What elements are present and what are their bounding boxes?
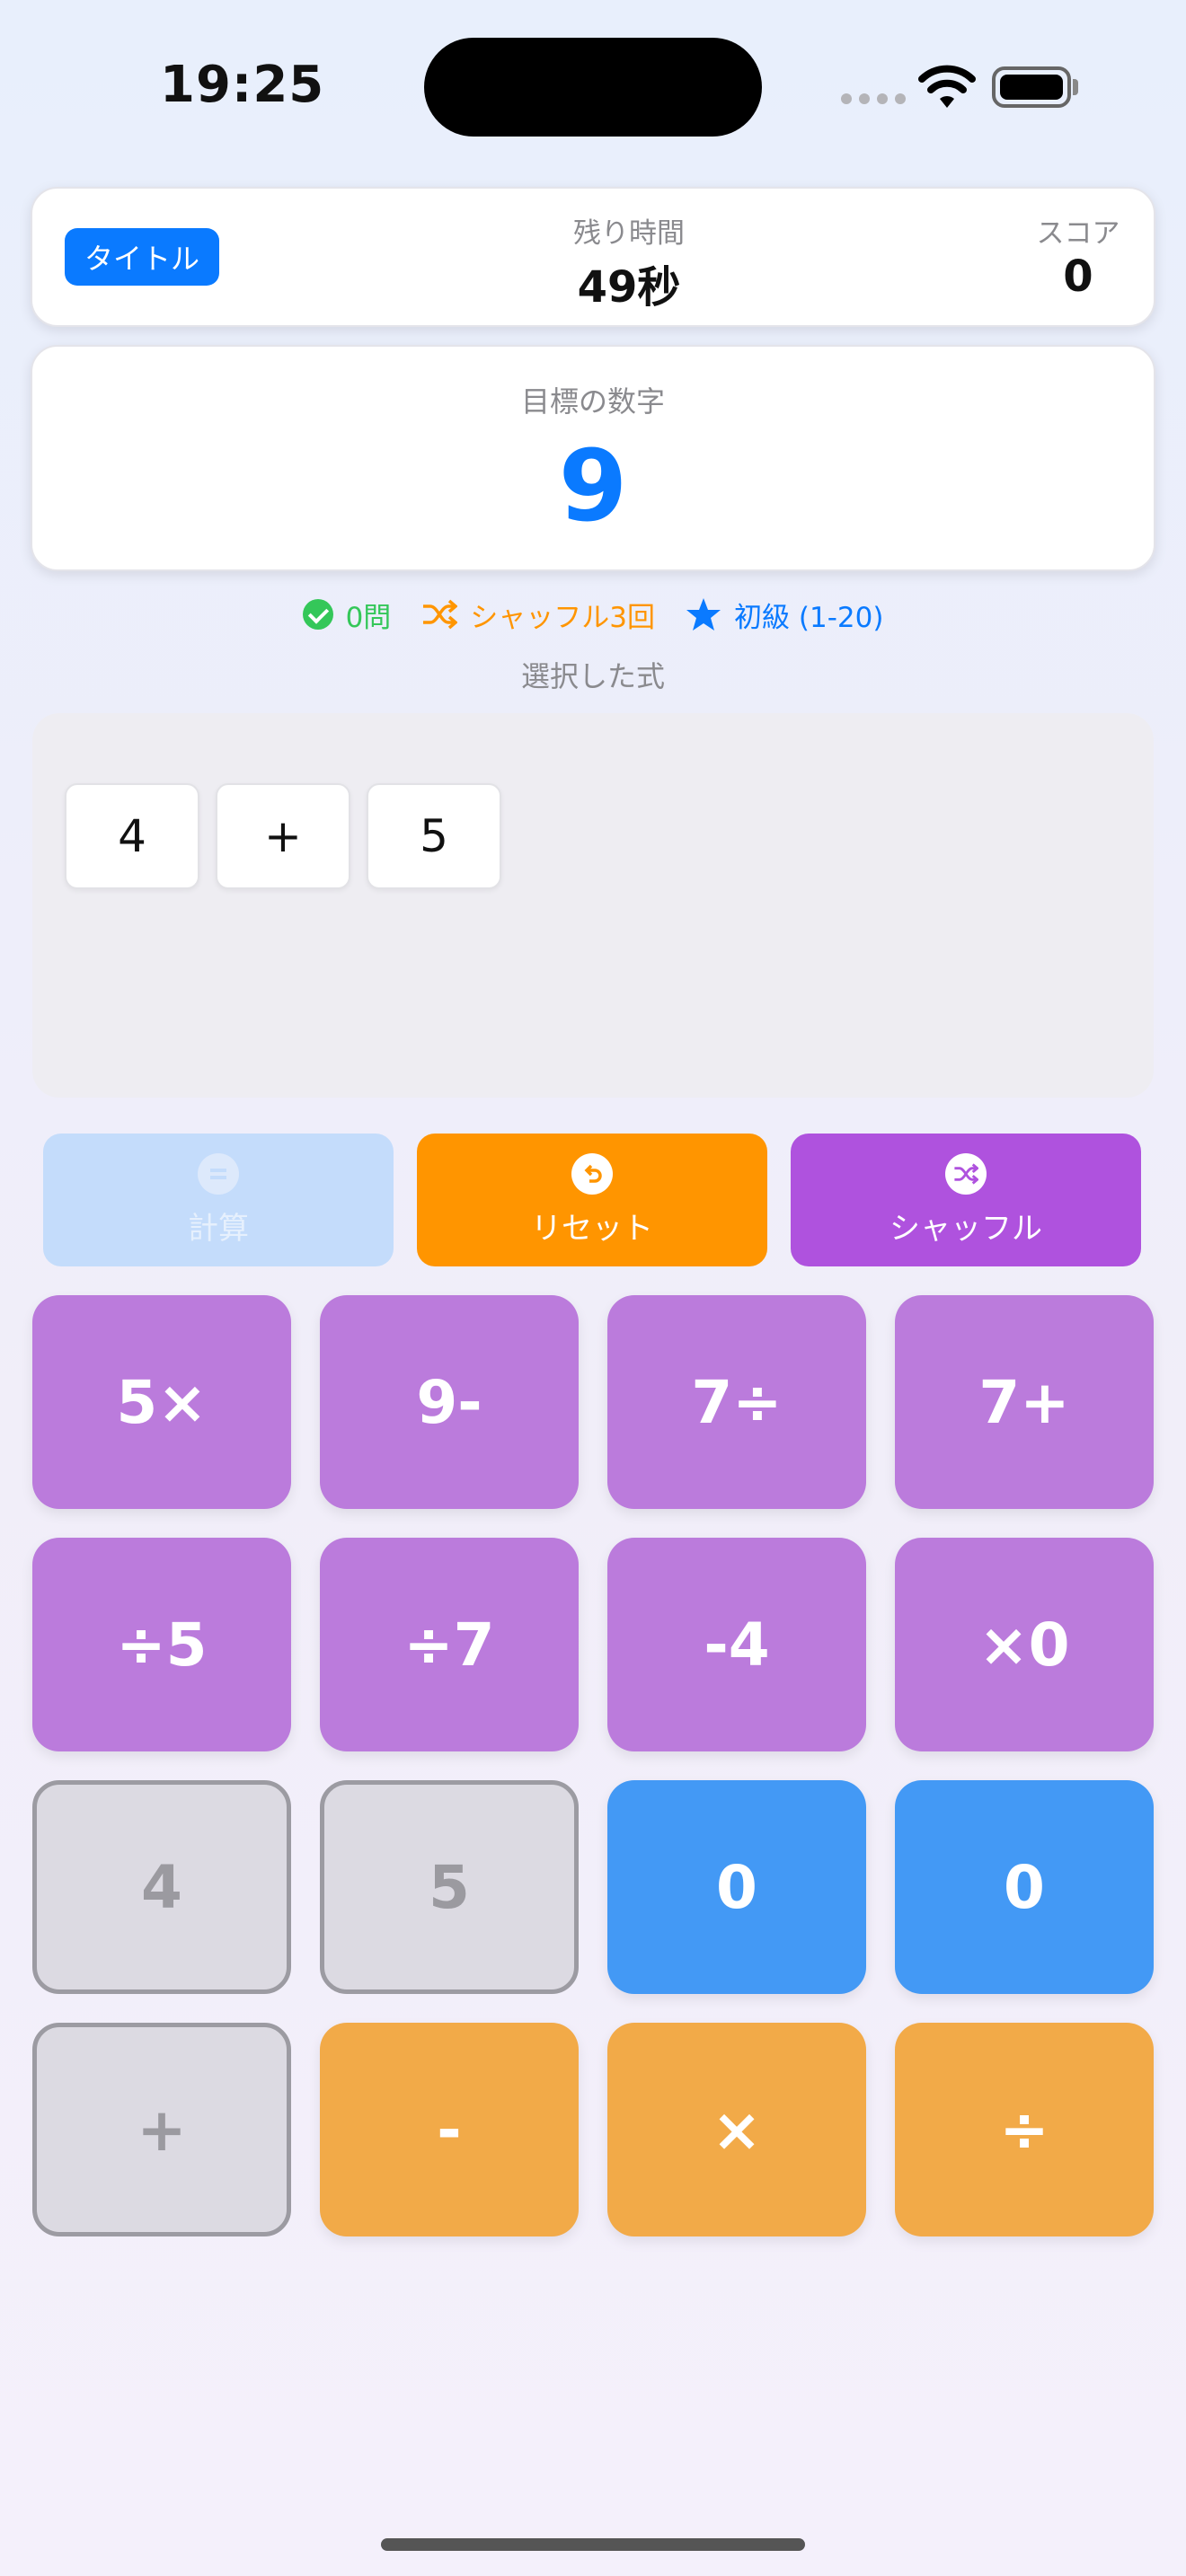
time-remaining-label: 残り時間 [573, 217, 685, 250]
expression-tokens: 4 + 5 [65, 783, 501, 889]
cellular-signal-icon [841, 93, 906, 104]
key-number[interactable]: 0 [895, 1780, 1154, 1994]
key-operation-card[interactable]: ×0 [895, 1538, 1154, 1751]
battery-tip [1073, 79, 1078, 95]
calculate-button[interactable]: 計算 [43, 1134, 394, 1266]
expression-token[interactable]: 4 [65, 783, 199, 889]
key-operation-card[interactable]: 7÷ [607, 1295, 866, 1509]
dynamic-island [424, 38, 762, 137]
checkmark-circle-icon [302, 599, 333, 630]
shuffle-count: シャッフル3回 [470, 601, 656, 634]
key-number-used[interactable]: 4 [32, 1780, 291, 1994]
level-stat: 初級 (1-20) [686, 595, 883, 635]
selected-expression-label: 選択した式 [520, 659, 665, 693]
stats-row: 0問 シャッフル3回 初級 (1-20) [0, 589, 1186, 640]
shuffle-count-stat: シャッフル3回 [421, 595, 655, 635]
level-label: 初級 (1-20) [734, 601, 884, 634]
score-value: 0 [1063, 251, 1093, 302]
equals-circle-icon [198, 1152, 239, 1195]
key-operator[interactable]: - [320, 2023, 579, 2236]
key-operation-card[interactable]: 7+ [895, 1295, 1154, 1509]
battery-icon [992, 66, 1071, 108]
expression-area [32, 713, 1154, 1098]
calculate-label: 計算 [188, 1210, 249, 1247]
target-label: 目標の数字 [520, 384, 665, 419]
target-number: 9 [558, 428, 628, 543]
home-indicator[interactable] [381, 2538, 805, 2551]
key-operator[interactable]: ÷ [895, 2023, 1154, 2236]
expression-token[interactable]: 5 [367, 783, 501, 889]
shuffle-icon [423, 599, 458, 630]
key-operation-card[interactable]: -4 [607, 1538, 866, 1751]
key-number[interactable]: 0 [607, 1780, 866, 1994]
key-operation-card[interactable]: ÷7 [320, 1538, 579, 1751]
reset-button[interactable]: リセット [417, 1134, 767, 1266]
expression-token[interactable]: + [216, 783, 350, 889]
title-button[interactable]: タイトル [65, 228, 219, 286]
solved-count-stat: 0問 [302, 595, 392, 635]
key-number-used[interactable]: 5 [320, 1780, 579, 1994]
key-operation-card[interactable]: ÷5 [32, 1538, 291, 1751]
score-label: スコア [1036, 217, 1120, 250]
reset-label: リセット [531, 1210, 653, 1247]
shuffle-label: シャッフル [890, 1210, 1042, 1247]
wifi-icon [918, 65, 976, 108]
key-operator-used[interactable]: + [32, 2023, 291, 2236]
shuffle-button[interactable]: シャッフル [791, 1134, 1141, 1266]
time-remaining-value: 49秒 [577, 262, 681, 313]
key-operator[interactable]: × [607, 2023, 866, 2236]
star-icon [686, 598, 721, 631]
undo-circle-icon [571, 1152, 613, 1195]
key-operation-card[interactable]: 9- [320, 1295, 579, 1509]
solved-count: 0問 [345, 601, 392, 634]
status-time: 19:25 [160, 56, 325, 114]
key-operation-card[interactable]: 5× [32, 1295, 291, 1509]
shuffle-circle-icon [945, 1152, 987, 1195]
